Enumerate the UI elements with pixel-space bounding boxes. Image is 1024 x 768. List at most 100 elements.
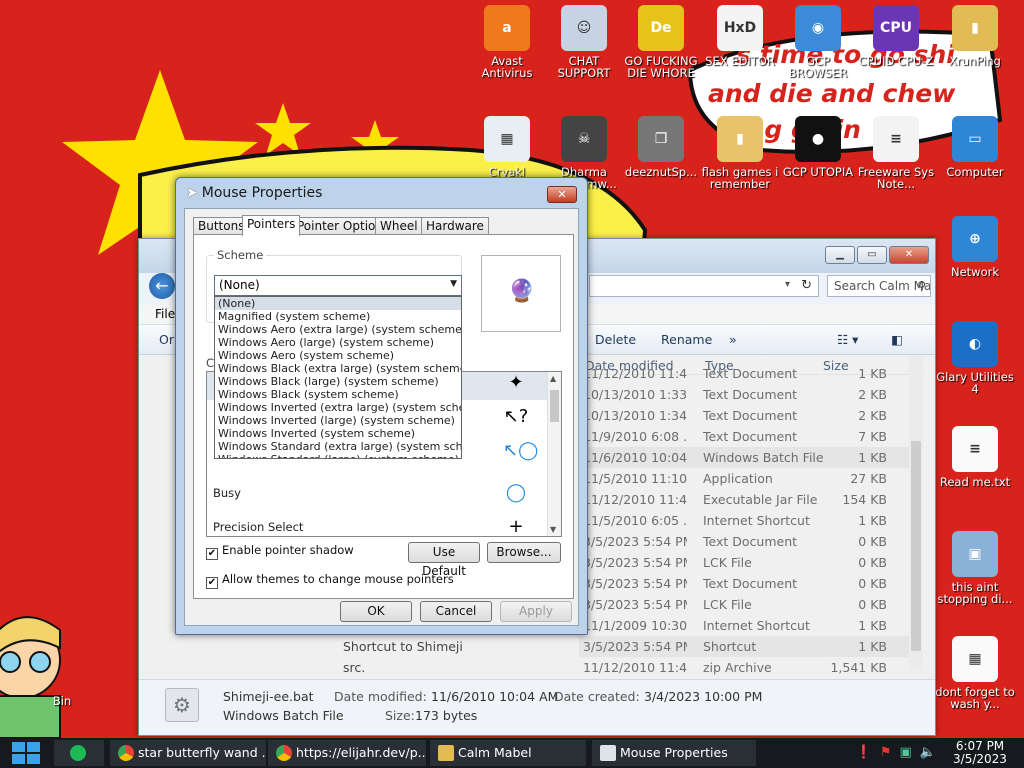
network-tray-icon[interactable]: ▣	[900, 745, 912, 760]
menu-file[interactable]: File	[155, 307, 175, 321]
desktop-icon[interactable]: a Avast Antivirus	[467, 5, 547, 79]
desktop-icon[interactable]: HxD SEX EDITOR	[700, 5, 780, 67]
scheme-option[interactable]: (None)	[215, 297, 461, 310]
scheme-option[interactable]: Windows Standard (large) (system scheme)	[215, 453, 461, 458]
cursor-row[interactable]: Precision Select +	[207, 510, 547, 536]
file-row[interactable]: src. 11/12/2010 11:4... zip Archive 1,541 K…	[343, 657, 919, 678]
view-options-icon[interactable]: ☷ ▾	[837, 332, 858, 347]
file-row[interactable]: Shortcut to Shimeji 3/5/2023 5:54 PM Short…	[343, 636, 919, 657]
desktop-icon[interactable]: ● GCP UTOPIA	[778, 116, 858, 178]
file-row[interactable]: 11/12/2010 11:4... Executable Jar File 154…	[579, 489, 919, 510]
chevron-down-icon[interactable]: ▼	[450, 279, 457, 289]
dialog-titlebar[interactable]: ➤ Mouse Properties	[186, 185, 322, 201]
desktop-icon[interactable]: ☺ CHAT SUPPORT	[544, 5, 624, 79]
tab-pointers[interactable]: Pointers	[242, 215, 301, 236]
desktop-icon[interactable]: De GO FUCKING DIE WHORE	[621, 5, 701, 79]
taskbar-button[interactable]: star butterfly wand ...	[110, 740, 266, 766]
desktop-icon[interactable]: CPU CPUID CPU-Z	[856, 5, 936, 67]
close-button[interactable]: ✕	[889, 246, 929, 264]
cursor-row[interactable]: Busy ◯	[207, 476, 547, 510]
taskbar-button[interactable]: Mouse Properties	[592, 740, 756, 766]
scheme-option[interactable]: Windows Aero (system scheme)	[215, 349, 461, 362]
desktop-icon[interactable]: ≡ Read me.txt	[935, 426, 1015, 488]
tab-hardware[interactable]: Hardware	[421, 217, 489, 235]
scheme-option[interactable]: Windows Black (extra large) (system sche…	[215, 362, 461, 375]
file-row[interactable]: 11/12/2010 11:4... Text Document 1 KB	[579, 363, 919, 384]
delete-button[interactable]: Delete	[595, 332, 636, 347]
notification-warning-icon[interactable]: ❗	[856, 745, 872, 760]
file-row[interactable]: 11/9/2010 6:08 ... Text Document 7 KB	[579, 426, 919, 447]
scheme-option[interactable]: Windows Aero (extra large) (system schem…	[215, 323, 461, 336]
mouse-properties-dialog[interactable]: ➤ Mouse Properties ✕ Buttons Pointers Point…	[175, 177, 588, 635]
windows-start-icon[interactable]	[10, 741, 42, 765]
ok-button[interactable]: OK	[340, 601, 412, 622]
file-row[interactable]: 10/13/2010 1:34... Text Document 2 KB	[579, 405, 919, 426]
taskbar-button[interactable]: https://elijahr.dev/p...	[268, 740, 426, 766]
scheme-option[interactable]: Magnified (system scheme)	[215, 310, 461, 323]
preview-pane-icon[interactable]: ◧	[891, 332, 903, 347]
allow-themes-checkbox[interactable]: ✔ Allow themes to change mouse pointers	[206, 572, 454, 589]
search-input[interactable]: Search Calm Mabel ⚲	[827, 275, 931, 297]
flag-icon[interactable]: ⚑	[880, 745, 892, 760]
refresh-icon[interactable]: ↻	[801, 278, 812, 293]
desktop-icon[interactable]: ◉ GCP BROWSER	[778, 5, 858, 79]
checkbox-checked-icon[interactable]: ✔	[206, 577, 218, 589]
taskbar-clock[interactable]: 6:07 PM 3/5/2023	[942, 740, 1018, 766]
use-default-button[interactable]: Use Default	[408, 542, 480, 578]
checkbox-checked-icon[interactable]: ✔	[206, 548, 218, 560]
pointer-shadow-checkbox[interactable]: ✔ Enable pointer shadow	[206, 543, 354, 560]
volume-icon[interactable]: 🔈	[920, 745, 936, 760]
scheme-option[interactable]: Windows Aero (large) (system scheme)	[215, 336, 461, 349]
desktop-icon[interactable]: ◐ Glary Utilities 4	[935, 321, 1015, 395]
scroll-down-icon[interactable]: ▼	[550, 525, 556, 534]
scrollbar-thumb[interactable]	[550, 390, 559, 422]
taskbar-button[interactable]: Calm Mabel	[430, 740, 586, 766]
desktop-icon[interactable]: ▭ Computer	[935, 116, 1015, 178]
dialog-close-button[interactable]: ✕	[547, 186, 577, 203]
tab-wheel[interactable]: Wheel	[375, 217, 423, 235]
desktop-icon[interactable]: Bin	[22, 645, 102, 707]
file-row[interactable]: 11/5/2010 6:05 ... Internet Shortcut 1 KB	[579, 510, 919, 531]
cursor-list-scrollbar[interactable]: ▲ ▼	[547, 372, 561, 536]
scheme-option[interactable]: Windows Black (system scheme)	[215, 388, 461, 401]
desktop-icon[interactable]: ▮ flash games i remember	[700, 116, 780, 190]
scrollbar-thumb[interactable]	[911, 441, 921, 651]
file-row[interactable]: 11/6/2010 10:04... Windows Batch File 1 KB	[579, 447, 919, 468]
chevron-down-icon[interactable]: ▾	[785, 279, 790, 290]
file-row[interactable]: 3/5/2023 5:54 PM LCK File 0 KB	[579, 594, 919, 615]
desktop-icon[interactable]: ≡ Freeware Sys Note...	[856, 116, 936, 190]
rename-button[interactable]: Rename	[661, 332, 712, 347]
desktop-icon[interactable]: ▣ this aint stopping di...	[935, 531, 1015, 605]
apply-button[interactable]: Apply	[500, 601, 572, 622]
explorer-scrollbar[interactable]	[909, 355, 923, 671]
tab-buttons[interactable]: Buttons	[193, 217, 250, 235]
scheme-option[interactable]: Windows Inverted (large) (system scheme)	[215, 414, 461, 427]
scheme-option[interactable]: Windows Standard (extra large) (system s…	[215, 440, 461, 453]
scheme-option[interactable]: Windows Inverted (extra large) (system s…	[215, 401, 461, 414]
minimize-button[interactable]: ▁	[825, 246, 855, 264]
file-row[interactable]: 10/13/2010 1:33... Text Document 2 KB	[579, 384, 919, 405]
maximize-button[interactable]: ▭	[857, 246, 887, 264]
more-commands-button[interactable]: »	[729, 332, 737, 347]
desktop-icon[interactable]: ▦ dont forget to wash y...	[935, 636, 1015, 710]
file-row[interactable]: 11/5/2010 11:10... Application 27 KB	[579, 468, 919, 489]
scheme-dropdown-list[interactable]: (None) Magnified (system scheme) Windows A…	[214, 296, 462, 459]
desktop-icon[interactable]: ⊕ Network	[935, 216, 1015, 278]
file-row[interactable]: 3/5/2023 5:54 PM Text Document 0 KB	[579, 531, 919, 552]
scheme-option[interactable]: Windows Black (large) (system scheme)	[215, 375, 461, 388]
scroll-up-icon[interactable]: ▲	[550, 374, 556, 383]
scheme-dropdown[interactable]: (None) ▼	[214, 275, 462, 296]
browse-button[interactable]: Browse...	[487, 542, 561, 563]
scheme-option[interactable]: Windows Inverted (system scheme)	[215, 427, 461, 440]
desktop-icon[interactable]: ❐ deeznutSp...	[621, 116, 701, 178]
file-row[interactable]: 11/1/2009 10:30 ... Internet Shortcut 1 KB	[579, 615, 919, 636]
address-bar[interactable]: ▾ ↻	[589, 275, 819, 297]
file-row[interactable]: 3/5/2023 5:54 PM Text Document 0 KB	[579, 573, 919, 594]
desktop-icon[interactable]: ▦ Cryakl	[467, 116, 547, 178]
spotify-taskbar-button[interactable]	[54, 740, 104, 766]
desktop-icon[interactable]: ▮ XrunPing	[935, 5, 1015, 67]
organize-button-truncated[interactable]: Or	[159, 332, 174, 347]
cancel-button[interactable]: Cancel	[420, 601, 492, 622]
back-arrow-icon[interactable]: ←	[149, 273, 175, 299]
file-row[interactable]: 3/5/2023 5:54 PM LCK File 0 KB	[579, 552, 919, 573]
